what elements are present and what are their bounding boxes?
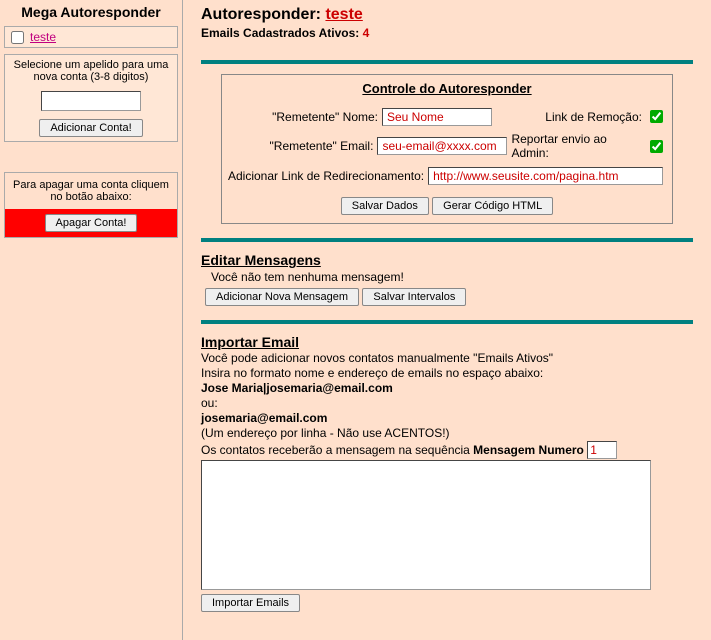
account-link[interactable]: teste: [30, 30, 56, 44]
divider: [201, 320, 693, 324]
report-admin-label: Reportar envio ao Admin:: [511, 132, 642, 160]
main-panel: Autoresponder: teste Emails Cadastrados …: [183, 0, 711, 640]
control-title: Controle do Autoresponder: [222, 75, 672, 104]
report-admin-checkbox[interactable]: [650, 140, 663, 153]
sender-email-input[interactable]: [377, 137, 507, 155]
account-row: teste: [5, 27, 177, 47]
page-title-label: Autoresponder:: [201, 6, 321, 23]
gen-html-button[interactable]: Gerar Código HTML: [432, 197, 553, 215]
import-seq-row: Os contatos receberão a mensagem na sequ…: [201, 441, 693, 459]
import-emails-button[interactable]: Importar Emails: [201, 594, 300, 612]
import-title: Importar Email: [201, 334, 693, 350]
delete-account-button[interactable]: Apagar Conta!: [45, 214, 138, 232]
import-help-1: Você pode adicionar novos contatos manua…: [201, 351, 693, 365]
sender-name-label: "Remetente" Nome:: [228, 110, 378, 124]
import-example-1: Jose Maria|josemaria@email.com: [201, 381, 693, 395]
divider: [201, 238, 693, 242]
account-checkbox[interactable]: [11, 31, 24, 44]
import-help-2: Insira no formato nome e endereço de ema…: [201, 366, 693, 380]
sender-email-label: "Remetente" Email:: [228, 139, 373, 153]
page-title-name[interactable]: teste: [325, 6, 362, 23]
remove-link-label: Link de Remoção:: [545, 110, 642, 124]
save-intervals-button[interactable]: Salvar Intervalos: [362, 288, 466, 306]
import-seq-bold: Mensagem Numero: [473, 443, 584, 457]
import-seq-text: Os contatos receberão a mensagem na sequ…: [201, 443, 470, 457]
save-data-button[interactable]: Salvar Dados: [341, 197, 429, 215]
app-title: Mega Autoresponder: [4, 2, 178, 26]
import-example-2: josemaria@email.com: [201, 411, 693, 425]
redirect-label: Adicionar Link de Redirecionamento:: [228, 169, 424, 183]
delete-account-box: Para apagar uma conta cliquem no botão a…: [4, 172, 178, 238]
edit-messages-section: Editar Mensagens Você não tem nenhuma me…: [201, 252, 693, 306]
account-list: teste: [4, 26, 178, 48]
active-count-label: Emails Cadastrados Ativos:: [201, 26, 359, 40]
new-account-help: Selecione um apelido para uma nova conta…: [5, 55, 177, 87]
active-count-value: 4: [363, 26, 370, 40]
sidebar: Mega Autoresponder teste Selecione um ap…: [0, 0, 183, 640]
no-messages-text: Você não tem nenhuma mensagem!: [211, 270, 693, 284]
add-account-button[interactable]: Adicionar Conta!: [39, 119, 142, 137]
import-section: Importar Email Você pode adicionar novos…: [201, 334, 693, 612]
import-or: ou:: [201, 396, 693, 410]
sender-name-input[interactable]: [382, 108, 492, 126]
new-account-input[interactable]: [41, 91, 141, 111]
add-message-button[interactable]: Adicionar Nova Mensagem: [205, 288, 359, 306]
message-number-input[interactable]: [587, 441, 617, 459]
delete-account-help: Para apagar uma conta cliquem no botão a…: [5, 173, 177, 209]
active-count-row: Emails Cadastrados Ativos: 4: [201, 26, 693, 40]
control-panel: Controle do Autoresponder "Remetente" No…: [221, 74, 673, 224]
redirect-input[interactable]: [428, 167, 663, 185]
edit-messages-title: Editar Mensagens: [201, 252, 693, 268]
import-note: (Um endereço por linha - Não use ACENTOS…: [201, 426, 693, 440]
divider: [201, 60, 693, 64]
import-textarea[interactable]: [201, 460, 651, 590]
page-title: Autoresponder: teste: [201, 6, 693, 24]
remove-link-checkbox[interactable]: [650, 110, 663, 123]
new-account-box: Selecione um apelido para uma nova conta…: [4, 54, 178, 142]
